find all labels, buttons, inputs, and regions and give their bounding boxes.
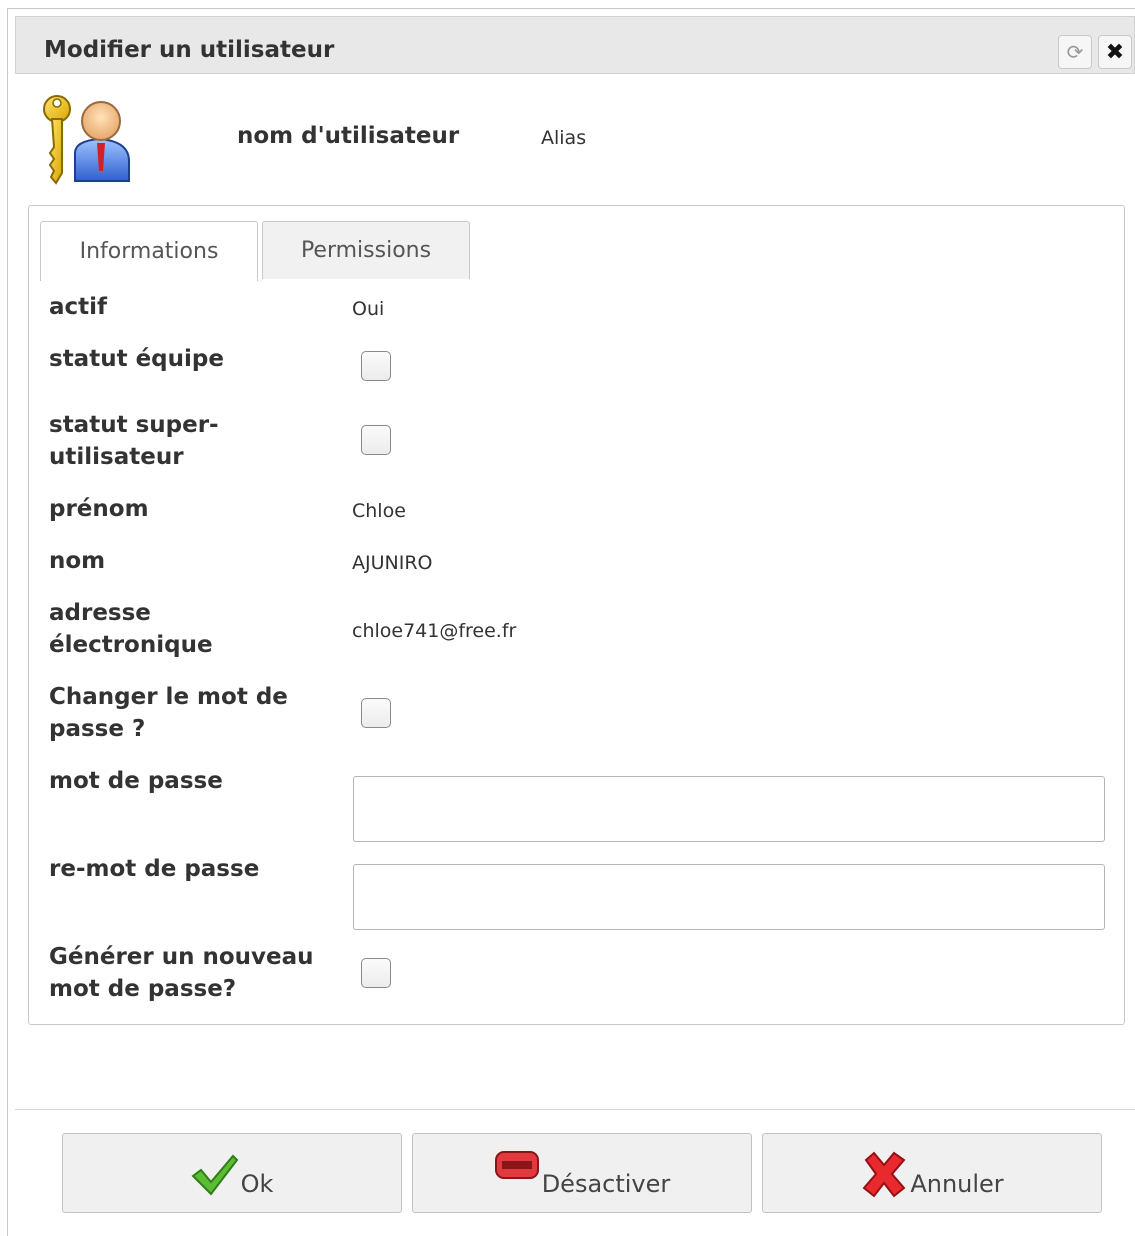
statut-equipe-checkbox[interactable] xyxy=(361,351,391,381)
actif-value: Oui xyxy=(352,298,385,320)
tab-permissions[interactable]: Permissions xyxy=(262,221,470,279)
dialog-title: Modifier un utilisateur xyxy=(44,37,335,63)
footer-divider xyxy=(15,1109,1135,1110)
close-button[interactable]: ✖ xyxy=(1098,35,1132,69)
user-key-icon xyxy=(43,95,130,185)
ok-button[interactable]: Ok xyxy=(62,1133,402,1213)
password-input[interactable] xyxy=(353,776,1105,842)
close-icon: ✖ xyxy=(1105,39,1125,65)
change-password-label: Changer le mot de passe ? xyxy=(49,684,288,742)
statut-super-label: statut super-utilisateur xyxy=(49,412,219,470)
edit-user-dialog: Modifier un utilisateur ⟳ ✖ nom d'utilis… xyxy=(7,8,1135,1236)
repeat-password-label: re-mot de passe xyxy=(49,856,260,882)
deactivate-label: Désactiver xyxy=(541,1170,671,1198)
statut-equipe-label: statut équipe xyxy=(49,346,224,372)
change-password-checkbox[interactable] xyxy=(361,698,391,728)
password-label: mot de passe xyxy=(49,768,223,794)
actif-label: actif xyxy=(49,294,108,320)
minus-icon xyxy=(494,1151,539,1179)
prenom-label: prénom xyxy=(49,496,149,522)
email-value: chloe741@free.fr xyxy=(352,620,517,642)
refresh-button[interactable]: ⟳ xyxy=(1058,35,1092,69)
cancel-label: Annuler xyxy=(910,1170,1004,1198)
tab-informations[interactable]: Informations xyxy=(40,221,258,281)
repeat-password-input[interactable] xyxy=(353,864,1105,930)
refresh-icon: ⟳ xyxy=(1066,40,1084,64)
tab-label: Informations xyxy=(79,239,219,264)
red-x-icon xyxy=(862,1151,906,1198)
tab-label: Permissions xyxy=(300,238,432,263)
nom-value: AJUNIRO xyxy=(352,552,433,574)
statut-super-checkbox[interactable] xyxy=(361,425,391,455)
deactivate-button[interactable]: Désactiver xyxy=(412,1133,752,1213)
username-label: nom d'utilisateur xyxy=(237,123,460,149)
checkmark-icon xyxy=(191,1154,238,1196)
nom-label: nom xyxy=(49,548,106,574)
dialog-titlebar: Modifier un utilisateur ⟳ ✖ xyxy=(15,16,1135,74)
cancel-button[interactable]: Annuler xyxy=(762,1133,1102,1213)
alias-value: Alias xyxy=(541,127,587,149)
prenom-value: Chloe xyxy=(352,500,406,522)
email-label: adresse électronique xyxy=(49,600,213,658)
generate-password-checkbox[interactable] xyxy=(361,958,391,988)
generate-password-label: Générer un nouveau mot de passe? xyxy=(49,944,314,1002)
ok-label: Ok xyxy=(240,1170,274,1198)
form-panel: Informations Permissions actif Oui statu… xyxy=(28,205,1125,1025)
